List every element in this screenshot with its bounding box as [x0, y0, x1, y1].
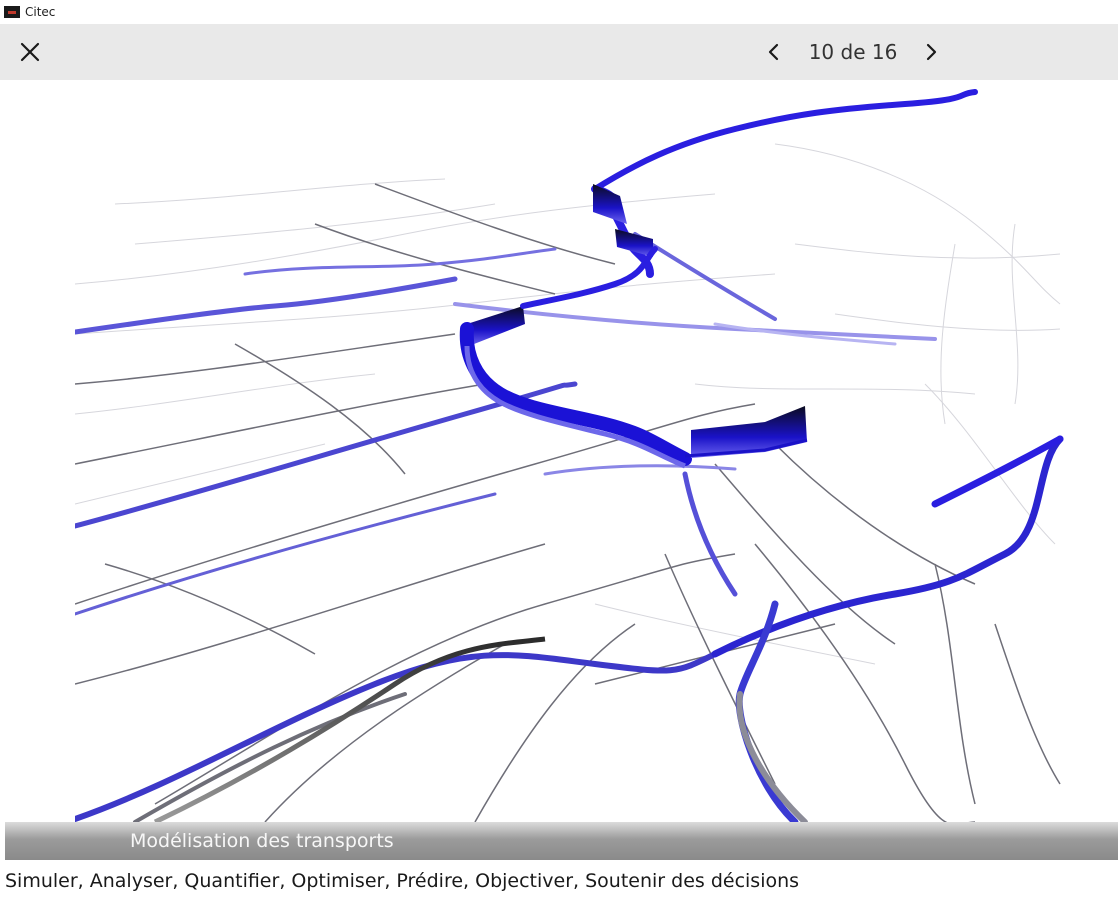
- viewer-toolbar: 10 de 16: [0, 24, 1118, 80]
- caption-bar: Modélisation des transports: [5, 822, 1118, 860]
- page-counter: 10 de 16: [808, 40, 898, 64]
- next-button[interactable]: [916, 36, 946, 68]
- caption-text: Simuler, Analyser, Quantifier, Optimiser…: [5, 870, 800, 892]
- previous-button[interactable]: [759, 36, 789, 68]
- window-title: Citec: [25, 5, 56, 19]
- window-titlebar: Citec: [0, 0, 1118, 24]
- close-button[interactable]: [14, 36, 46, 68]
- chevron-left-icon: [768, 43, 779, 61]
- transport-flow-map: [75, 89, 1064, 822]
- slide-image-area: [0, 80, 1118, 822]
- caption-title: Modélisation des transports: [130, 830, 394, 852]
- close-icon: [20, 42, 40, 62]
- chevron-right-icon: [926, 43, 937, 61]
- citec-app-icon: [4, 6, 20, 18]
